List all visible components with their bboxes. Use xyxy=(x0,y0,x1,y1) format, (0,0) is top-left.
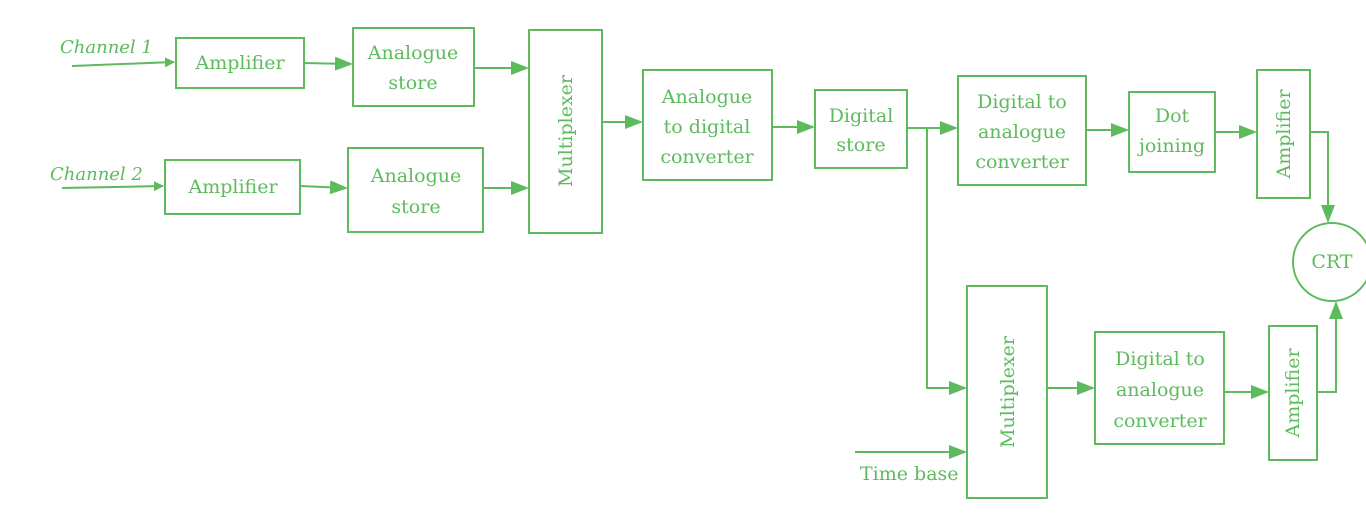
svg-text:Amplifier: Amplifier xyxy=(1273,89,1295,180)
arrow-amp1-store1 xyxy=(303,56,353,71)
svg-text:Digital to: Digital to xyxy=(1115,348,1205,370)
multiplexer-1-block: Multiplexer xyxy=(528,29,603,234)
arrow-dstore-mux2 xyxy=(926,128,967,395)
adc-block: Analogue to digital converter xyxy=(642,69,773,181)
amplifier-x-block: Amplifier xyxy=(1268,325,1318,461)
amplifier-2-block: Amplifier xyxy=(164,159,301,215)
svg-text:Dot: Dot xyxy=(1155,105,1190,127)
arrow-amp2-store2 xyxy=(299,180,348,195)
channel1-label: Channel 1 xyxy=(60,37,153,58)
svg-text:Multiplexer: Multiplexer xyxy=(997,335,1019,448)
dot-joining-block: Dot joining xyxy=(1128,91,1216,173)
svg-text:converter: converter xyxy=(660,146,754,168)
multiplexer-2-block: Multiplexer xyxy=(966,285,1048,499)
svg-text:Amplifier: Amplifier xyxy=(187,176,278,198)
svg-text:converter: converter xyxy=(975,151,1069,173)
svg-text:store: store xyxy=(388,72,437,94)
arrow-ampy-crt xyxy=(1310,131,1335,223)
svg-text:analogue: analogue xyxy=(1116,379,1204,401)
svg-text:Multiplexer: Multiplexer xyxy=(555,74,577,187)
svg-text:Digital to: Digital to xyxy=(977,91,1067,113)
svg-text:store: store xyxy=(391,196,440,218)
arrow-ch2-amp xyxy=(61,181,164,192)
dac-2-block: Digital to analogue converter xyxy=(1094,331,1225,445)
svg-text:Digital: Digital xyxy=(829,105,894,127)
oscilloscope-block-diagram: Channel 1 Channel 2 Time base Amplifier … xyxy=(50,27,1366,499)
time-base-label: Time base xyxy=(860,463,959,485)
arrow-ampx-crt xyxy=(1317,301,1343,393)
digital-store-block: Digital store xyxy=(814,89,908,169)
svg-text:Analogue: Analogue xyxy=(661,86,752,108)
svg-text:converter: converter xyxy=(1113,410,1207,432)
channel2-label: Channel 2 xyxy=(50,164,143,185)
svg-text:Amplifier: Amplifier xyxy=(1282,348,1304,439)
svg-text:Analogue: Analogue xyxy=(367,42,458,64)
dac-1-block: Digital to analogue converter xyxy=(957,75,1087,186)
svg-text:joining: joining xyxy=(1137,135,1205,157)
svg-text:analogue: analogue xyxy=(978,121,1066,143)
svg-text:Amplifier: Amplifier xyxy=(194,52,285,74)
analogue-store-2-block: Analogue store xyxy=(347,147,484,233)
svg-text:Analogue: Analogue xyxy=(370,165,461,187)
svg-text:to digital: to digital xyxy=(664,116,751,138)
svg-text:store: store xyxy=(836,134,885,156)
amplifier-y-block: Amplifier xyxy=(1256,69,1311,199)
amplifier-1-block: Amplifier xyxy=(175,37,305,89)
analogue-store-1-block: Analogue store xyxy=(352,27,475,107)
crt-block: CRT xyxy=(1292,222,1366,302)
svg-text:CRT: CRT xyxy=(1311,251,1353,273)
arrow-ch1-amp xyxy=(71,57,175,68)
